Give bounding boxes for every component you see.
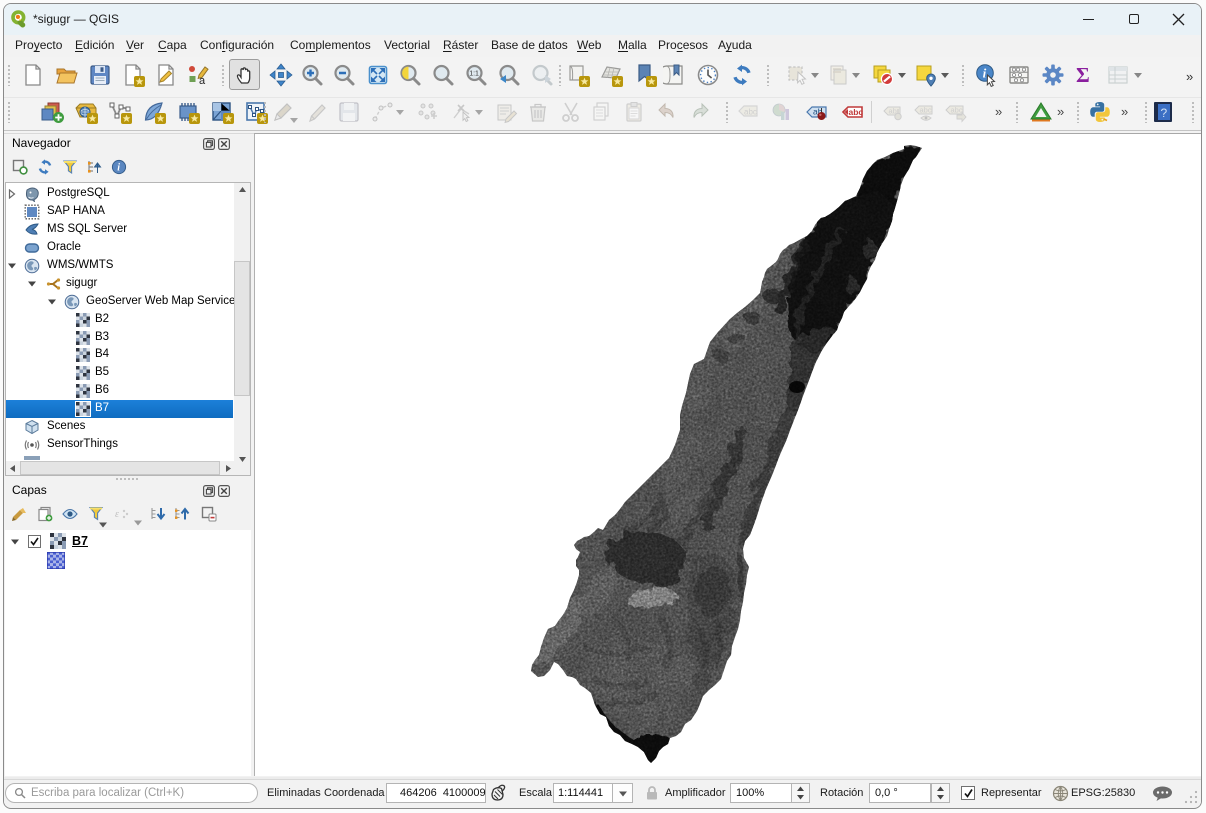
svg-text:abc: abc xyxy=(849,107,864,117)
svg-text:i: i xyxy=(983,66,987,81)
svg-text:abc: abc xyxy=(951,106,963,115)
svg-text:abc: abc xyxy=(744,108,757,117)
svg-text:?: ? xyxy=(1161,106,1168,120)
svg-text:Σ: Σ xyxy=(1076,63,1090,87)
svg-text:i: i xyxy=(117,163,120,174)
svg-text:1:1: 1:1 xyxy=(469,71,479,78)
svg-text:a: a xyxy=(199,75,206,87)
svg-text:ε: ε xyxy=(115,509,119,520)
svg-text:abc: abc xyxy=(920,106,932,115)
